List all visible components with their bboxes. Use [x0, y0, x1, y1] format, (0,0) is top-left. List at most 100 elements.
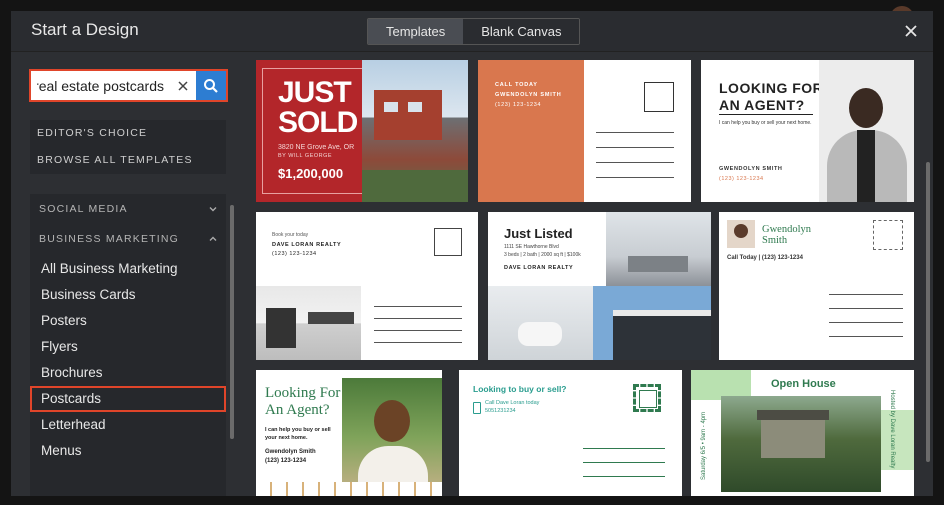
kitchen-counter [308, 312, 354, 324]
price-text: $1,200,000 [278, 166, 344, 181]
search-icon [204, 78, 218, 93]
chevron-down-icon [209, 207, 217, 212]
tagline-text: I can help you buy or sell your next hom… [265, 427, 331, 441]
category-business-marketing[interactable]: BUSINESS MARKETING [30, 224, 226, 254]
house-shape [374, 90, 442, 140]
editors-choice-link[interactable]: EDITOR'S CHOICE [30, 120, 226, 147]
window [384, 102, 398, 112]
address-line [829, 336, 903, 337]
template-card-orange-postcard[interactable]: CALL TODAY GWENDOLYN SMITH (123) 123-123… [478, 60, 691, 202]
agent-name-text: GWENDOLYN SMITH [495, 92, 562, 98]
book-text: Book your today [272, 232, 309, 238]
address-line [596, 162, 674, 163]
sidebar: EDITOR'S CHOICE BROWSE ALL TEMPLATES SOC… [11, 52, 244, 496]
modal-title: Start a Design [31, 20, 139, 39]
category-section: SOCIAL MEDIA BUSINESS MARKETING All Busi… [30, 194, 226, 496]
close-button[interactable] [899, 19, 923, 43]
clear-icon [178, 80, 188, 91]
close-icon [905, 25, 917, 37]
just-text: JUST [278, 76, 352, 109]
address-line [829, 294, 903, 295]
sidebar-scrollbar[interactable] [230, 205, 234, 439]
house-shape [761, 418, 825, 458]
search-box [29, 69, 228, 102]
agent-head [374, 400, 410, 442]
heading-line1: Looking For [265, 385, 341, 401]
house-icons-strip [256, 482, 442, 496]
underline [719, 114, 813, 115]
agent-top [857, 130, 875, 202]
phone-icon [473, 402, 481, 414]
heading-line1: LOOKING FOR [719, 80, 824, 96]
window [408, 102, 422, 112]
sidebar-item-posters[interactable]: Posters [30, 308, 226, 334]
template-card-kitchen-postcard[interactable]: Book your today DAVE LORAN REALTY (123) … [256, 212, 478, 360]
address-line [829, 322, 903, 323]
chevron-up-icon [209, 236, 217, 241]
address-line [596, 132, 674, 133]
template-card-open-house[interactable]: Open House Saturday 6/5 • 9am - 4pm Host… [691, 370, 914, 496]
sidebar-item-business-cards[interactable]: Business Cards [30, 282, 226, 308]
category-label: SOCIAL MEDIA [39, 203, 128, 215]
sold-text: SOLD [278, 106, 358, 139]
featured-section: EDITOR'S CHOICE BROWSE ALL TEMPLATES [30, 120, 226, 174]
sidebar-item-letterhead[interactable]: Letterhead [30, 412, 226, 438]
lawn [362, 170, 468, 202]
host-text: Hosted by Dave Loran Realty [889, 390, 895, 469]
address-line [829, 308, 903, 309]
stamp-inner [639, 390, 657, 408]
sidebar-item-postcards[interactable]: Postcards [30, 386, 226, 412]
sidebar-item-all-business-marketing[interactable]: All Business Marketing [30, 256, 226, 282]
template-card-looking-for-agent[interactable]: LOOKING FOR AN AGENT? I can help you buy… [701, 60, 914, 202]
search-button[interactable] [196, 71, 226, 100]
template-card-buy-or-sell[interactable]: Looking to buy or sell? Call Dave Loran … [459, 370, 682, 496]
tab-blank-canvas[interactable]: Blank Canvas [463, 19, 580, 44]
tagline-text: I can help you buy or sell your next hom… [719, 120, 812, 126]
bathtub [518, 322, 562, 346]
stamp-box [644, 82, 674, 112]
agent-text: BY WILL GEORGE [278, 153, 333, 159]
search-input[interactable] [31, 71, 170, 100]
address-text: 3820 NE Grove Ave, OR [278, 144, 355, 151]
address-line [374, 306, 462, 307]
heading-line2: AN AGENT? [719, 97, 805, 113]
phone-text: (123) 123-1234 [495, 102, 542, 108]
agent-name-text: GWENDOLYN SMITH [719, 166, 783, 172]
sidebar-scroll-thumb[interactable] [230, 205, 234, 439]
address-line [374, 342, 462, 343]
realty-name-text: DAVE LORAN REALTY [272, 242, 342, 248]
grid-scrollbar[interactable] [926, 162, 930, 462]
details-text: 3 beds | 2 bath | 2000 sq ft | $100k [504, 252, 581, 258]
template-card-just-listed[interactable]: Just Listed 1111 SE Hawthorne Blvd 3 bed… [488, 212, 711, 360]
browse-all-templates-link[interactable]: BROWSE ALL TEMPLATES [30, 147, 226, 174]
modal-header: Start a Design Templates Blank Canvas [11, 11, 933, 52]
address-line [583, 476, 665, 477]
tab-templates[interactable]: Templates [368, 19, 464, 44]
phone-text: 5051231234 [485, 408, 516, 414]
call-today-text: CALL TODAY [495, 82, 538, 88]
address-text: 1111 SE Hawthorne Blvd [504, 244, 559, 250]
house-roof [757, 410, 829, 420]
heading-line2: An Agent? [265, 402, 330, 418]
address-line [374, 318, 462, 319]
date-text: Saturday 6/5 • 9am - 4pm [701, 411, 707, 480]
agent-head [849, 88, 883, 128]
template-card-just-sold[interactable]: JUST SOLD 3820 NE Grove Ave, OR BY WILL … [256, 60, 468, 202]
search-clear-button[interactable] [170, 71, 196, 100]
sidebar-item-brochures[interactable]: Brochures [30, 360, 226, 386]
sidebar-item-flyers[interactable]: Flyers [30, 334, 226, 360]
just-listed-heading: Just Listed [504, 226, 573, 241]
category-social-media[interactable]: SOCIAL MEDIA [30, 194, 226, 224]
address-line [596, 147, 674, 148]
template-card-looking-for-agent-serif[interactable]: Looking For An Agent? I can help you buy… [256, 370, 442, 496]
building-shape [613, 310, 711, 360]
green-accent-right [881, 410, 914, 470]
phone-text: (123) 123-1234 [272, 251, 317, 257]
stamp-box [873, 220, 903, 250]
call-text: Call Dave Loran today [485, 400, 540, 406]
agent-head [734, 224, 748, 238]
tab-group: Templates Blank Canvas [367, 18, 581, 45]
template-card-gwendolyn-smith[interactable]: Gwendolyn Smith Call Today | (123) 123-1… [719, 212, 914, 360]
sidebar-item-menus[interactable]: Menus [30, 438, 226, 464]
address-line [583, 462, 665, 463]
